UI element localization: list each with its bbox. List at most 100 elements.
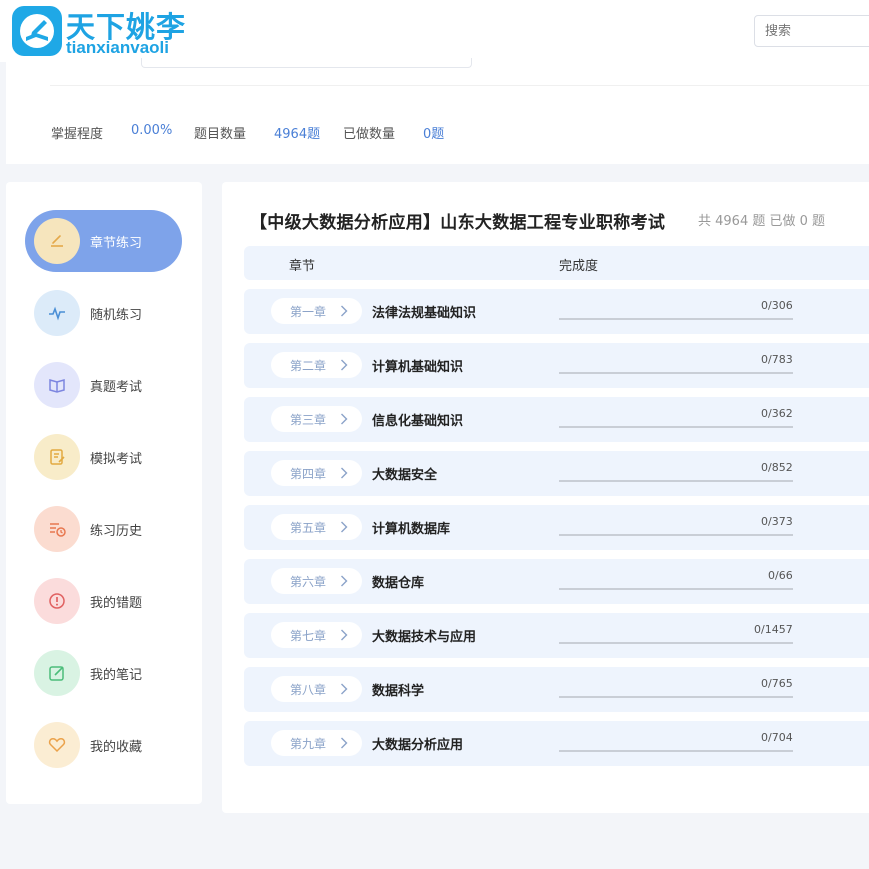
progress-bar	[559, 480, 793, 482]
chapter-number: 第一章	[290, 305, 327, 319]
chapter-name: 大数据分析应用	[372, 738, 464, 753]
chapter-button[interactable]: 第三章	[271, 406, 362, 432]
progress-text: 0/765	[761, 677, 793, 690]
chevron-right-icon	[341, 413, 348, 425]
divider	[50, 85, 869, 86]
progress-text: 0/373	[761, 515, 793, 528]
chapter-name: 信息化基础知识	[372, 414, 464, 429]
sidebar-item-notes[interactable]: 我的笔记	[25, 642, 182, 704]
sidebar-item-label: 随机练习	[90, 308, 143, 323]
chapter-number: 第三章	[290, 413, 327, 427]
table-row[interactable]: 第七章 大数据技术与应用 0/1457	[244, 613, 869, 658]
progress-bar	[559, 426, 793, 428]
table-row[interactable]: 第四章 大数据安全 0/852	[244, 451, 869, 496]
progress-text: 0/362	[761, 407, 793, 420]
table-row[interactable]: 第三章 信息化基础知识 0/362	[244, 397, 869, 442]
chapter-button[interactable]: 第六章	[271, 568, 362, 594]
table-header: 章节 完成度	[244, 246, 869, 280]
chapter-name: 大数据安全	[372, 468, 438, 483]
chapter-name: 大数据技术与应用	[372, 630, 477, 645]
history-icon	[34, 506, 80, 552]
pulse-icon	[34, 290, 80, 336]
progress-bar	[559, 696, 793, 698]
table-row[interactable]: 第二章 计算机基础知识 0/783	[244, 343, 869, 388]
brand-subtitle: tianxianvaoli	[66, 38, 169, 57]
progress-text: 0/783	[761, 353, 793, 366]
search-box-edge	[141, 58, 472, 68]
sidebar-item-practice-history[interactable]: 练习历史	[25, 498, 182, 560]
chapter-panel: 【中级大数据分析应用】山东大数据工程专业职称考试 共 4964 题 已做 0 题…	[222, 182, 869, 813]
book-icon	[34, 362, 80, 408]
chevron-right-icon	[341, 737, 348, 749]
chapter-button[interactable]: 第二章	[271, 352, 362, 378]
brand-logo[interactable]: 天下姚李 tianxianvaoli	[12, 6, 188, 58]
chapter-number: 第六章	[290, 575, 327, 589]
sidebar-item-wrong-questions[interactable]: 我的错题	[25, 570, 182, 632]
sidebar-item-label: 章节练习	[90, 236, 143, 251]
question-count-value: 4964题	[274, 127, 321, 142]
question-summary: 共 4964 题 已做 0 题	[698, 214, 826, 229]
progress-bar	[559, 750, 793, 752]
chapter-button[interactable]: 第五章	[271, 514, 362, 540]
progress-bar	[559, 642, 793, 644]
logo-book-icon	[12, 6, 62, 56]
sidebar: 章节练习 随机练习 真题考试 模拟考试 练习历史 我的错题 我的笔记 我的收藏	[6, 182, 202, 804]
sidebar-item-mock-exam[interactable]: 模拟考试	[25, 426, 182, 488]
chapter-button[interactable]: 第四章	[271, 460, 362, 486]
mastery-label: 掌握程度	[51, 127, 104, 142]
chapter-button[interactable]: 第八章	[271, 676, 362, 702]
chevron-right-icon	[341, 359, 348, 371]
progress-bar	[559, 372, 793, 374]
page-title: 【中级大数据分析应用】山东大数据工程专业职称考试	[250, 213, 666, 233]
chevron-right-icon	[341, 575, 348, 587]
chapter-name: 数据科学	[372, 684, 425, 699]
table-row[interactable]: 第九章 大数据分析应用 0/704	[244, 721, 869, 766]
column-header-completion: 完成度	[559, 259, 599, 274]
table-row[interactable]: 第一章 法律法规基础知识 0/306	[244, 289, 869, 334]
edit-document-icon	[34, 434, 80, 480]
table-row[interactable]: 第六章 数据仓库 0/66	[244, 559, 869, 604]
sidebar-item-favorites[interactable]: 我的收藏	[25, 714, 182, 776]
sidebar-item-label: 模拟考试	[90, 452, 143, 467]
chapter-name: 计算机基础知识	[372, 360, 464, 375]
chapter-number: 第七章	[290, 629, 327, 643]
note-icon	[34, 650, 80, 696]
alert-icon	[34, 578, 80, 624]
chapter-name: 法律法规基础知识	[372, 306, 477, 321]
sidebar-item-label: 我的错题	[90, 596, 143, 611]
question-count-label: 题目数量	[194, 127, 247, 142]
pencil-icon	[34, 218, 80, 264]
chevron-right-icon	[341, 629, 348, 641]
chapter-number: 第九章	[290, 737, 327, 751]
progress-text: 0/852	[761, 461, 793, 474]
sidebar-item-random-practice[interactable]: 随机练习	[25, 282, 182, 344]
mastery-value: 0.00%	[131, 123, 173, 138]
stats-card: 掌握程度 0.00% 题目数量 4964题 已做数量 0题	[6, 58, 869, 164]
sidebar-item-label: 我的笔记	[90, 668, 143, 683]
chapter-number: 第二章	[290, 359, 327, 373]
table-row[interactable]: 第五章 计算机数据库 0/373	[244, 505, 869, 550]
heart-icon	[34, 722, 80, 768]
chevron-right-icon	[341, 683, 348, 695]
progress-text: 0/704	[761, 731, 793, 744]
sidebar-item-label: 练习历史	[90, 524, 143, 539]
progress-bar	[559, 588, 793, 590]
chapter-name: 数据仓库	[372, 576, 425, 591]
chapter-button[interactable]: 第一章	[271, 298, 362, 324]
top-header: 天下姚李 tianxianvaoli	[0, 0, 869, 62]
table-row[interactable]: 第八章 数据科学 0/765	[244, 667, 869, 712]
sidebar-item-chapter-practice[interactable]: 章节练习	[25, 210, 182, 272]
progress-bar	[559, 318, 793, 320]
chapter-number: 第五章	[290, 521, 327, 535]
search-input[interactable]	[754, 15, 869, 47]
chapter-button[interactable]: 第七章	[271, 622, 362, 648]
done-count-label: 已做数量	[343, 127, 396, 142]
chapter-button[interactable]: 第九章	[271, 730, 362, 756]
progress-text: 0/1457	[754, 623, 793, 636]
chapter-number: 第四章	[290, 467, 327, 481]
sidebar-item-past-exams[interactable]: 真题考试	[25, 354, 182, 416]
chevron-right-icon	[341, 521, 348, 533]
progress-bar	[559, 534, 793, 536]
chapter-name: 计算机数据库	[372, 522, 451, 537]
done-count-value: 0题	[423, 127, 445, 142]
